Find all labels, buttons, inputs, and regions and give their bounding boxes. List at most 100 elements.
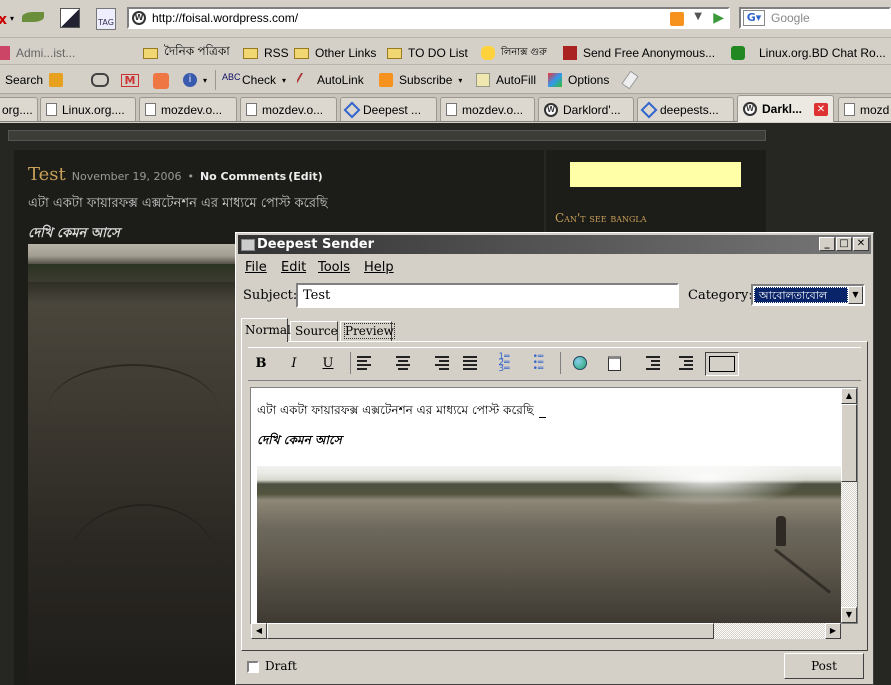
dropdown-icon[interactable]: ▾ [10, 14, 14, 23]
windows-icon[interactable] [60, 8, 80, 28]
page-icon [446, 103, 457, 116]
editor-vertical-scrollbar[interactable]: ▲ ▼ [841, 388, 857, 623]
close-tab-icon[interactable]: ✕ [814, 102, 828, 116]
tab-normal[interactable]: Normal [241, 318, 291, 342]
post-header: Test November 19, 2006 • No Comments (Ed… [28, 164, 323, 185]
subject-label: Subject: [243, 288, 298, 303]
tab-mozdev-1[interactable]: mozdev.o... [139, 97, 237, 121]
menu-tools[interactable]: Tools [318, 260, 350, 275]
link-globe-icon[interactable] [568, 351, 592, 375]
category-value: আবোলতাবোল [754, 287, 848, 303]
horizontal-scroll-thumb[interactable] [267, 623, 714, 639]
editor-content[interactable]: এটা একটা ফায়ারফক্স এক্সটেনশন এর মাধ্যমে… [250, 387, 858, 624]
search-toolbar-button[interactable]: Search [5, 69, 64, 91]
bookmark-rss[interactable]: RSS [243, 42, 289, 64]
chevron-down-icon[interactable]: ▼ [848, 286, 863, 304]
scroll-thumb[interactable] [841, 404, 857, 482]
subject-input[interactable]: Test [296, 283, 679, 308]
minimize-button[interactable]: _ [819, 237, 835, 251]
tab-source[interactable]: Source [290, 321, 338, 341]
bookmark-send-free-anonymous[interactable]: Send Free Anonymous... [563, 42, 715, 64]
edit-link[interactable]: (Edit) [288, 170, 322, 183]
go-icon[interactable]: ▶ [713, 10, 724, 26]
autofill-button[interactable]: AutoFill [476, 69, 536, 91]
draft-checkbox[interactable] [247, 661, 259, 673]
tag-icon[interactable]: TAG [96, 8, 116, 30]
color-picker-button[interactable] [705, 352, 739, 376]
post-title[interactable]: Test [28, 164, 66, 185]
meta-separator: • [187, 170, 194, 183]
scroll-up-icon[interactable]: ▲ [841, 388, 857, 404]
comments-link[interactable]: No Comments [200, 170, 286, 183]
rss-feed-icon [379, 73, 393, 87]
tab-linux-org[interactable]: Linux.org.... [40, 97, 136, 121]
align-left-icon[interactable] [357, 351, 381, 375]
url-dropdown-icon[interactable]: ▼ [694, 11, 702, 22]
search-box[interactable]: G▾ Google [739, 7, 891, 29]
tab-darkl-active[interactable]: W Darkl... ✕ [737, 95, 834, 122]
options-button[interactable]: Options [548, 69, 609, 91]
url-bar[interactable]: W http://foisal.wordpress.com/ ▼ ▶ [127, 7, 730, 29]
unordered-list-icon[interactable]: •═ •═ •═ [526, 351, 550, 375]
window-titlebar[interactable]: Deepest Sender _ □ ✕ [238, 235, 871, 254]
tab-org[interactable]: org.... [0, 97, 38, 121]
menu-edit[interactable]: Edit [281, 260, 306, 275]
scroll-down-icon[interactable]: ▼ [841, 607, 857, 623]
tab-darklord[interactable]: W Darklord'... [538, 97, 634, 121]
underline-button[interactable]: U [316, 351, 340, 375]
url-text: http://foisal.wordpress.com/ [152, 11, 299, 25]
scroll-left-icon[interactable]: ◀ [251, 623, 267, 639]
options-icon [548, 73, 562, 87]
folder-icon [387, 47, 402, 59]
italic-button[interactable]: I [282, 351, 306, 375]
bookmark-todo-list[interactable]: TO DO List [387, 42, 468, 64]
insert-image-icon[interactable] [602, 351, 626, 375]
bookmark-linux-org-bd-chat[interactable]: Linux.org.BD Chat Ro... [731, 42, 886, 64]
indent-icon[interactable] [636, 351, 660, 375]
tab-preview[interactable]: Preview [340, 321, 395, 341]
category-select[interactable]: আবোলতাবোল ▼ [751, 284, 865, 306]
maximize-button[interactable]: □ [836, 237, 852, 251]
tab-mozdev-3[interactable]: mozdev.o... [440, 97, 535, 121]
tab-deepests[interactable]: deepests... [637, 97, 734, 121]
google-icon[interactable]: G▾ [743, 10, 765, 26]
align-right-icon[interactable] [425, 351, 449, 375]
bookmark-daily-newspaper[interactable]: দৈনিক পত্রিকা [143, 42, 230, 64]
leaf-icon[interactable] [22, 12, 44, 22]
tab-deepest[interactable]: Deepest ... [340, 97, 437, 121]
spellcheck-icon: ABC [222, 72, 241, 82]
spell-check-button[interactable]: ABC Check ▾ [222, 69, 286, 91]
tab-mozd[interactable]: mozd [838, 97, 891, 121]
bookmark-icon [0, 46, 10, 60]
bold-button[interactable]: B [249, 351, 273, 375]
scroll-right-icon[interactable]: ▶ [825, 623, 841, 639]
form-icon [476, 73, 490, 87]
post-button[interactable]: Post [784, 653, 864, 679]
align-center-icon[interactable] [391, 351, 415, 375]
stop-icon[interactable]: x [0, 12, 10, 28]
folder-icon [143, 47, 158, 59]
bookmark-other-links[interactable]: Other Links [294, 42, 376, 64]
menu-file[interactable]: File [245, 260, 267, 275]
folder-icon [243, 47, 258, 59]
bookmark-linux-guru[interactable]: লিনাক্স গুরু [481, 42, 547, 64]
binoculars-icon[interactable] [91, 73, 109, 87]
editor-horizontal-scrollbar[interactable]: ◀ ▶ [251, 623, 841, 639]
subscribe-button[interactable]: Subscribe ▾ [379, 69, 462, 91]
post-date: November 19, 2006 [71, 170, 182, 183]
outdent-icon[interactable] [669, 351, 693, 375]
ordered-list-icon[interactable]: 1═ 2═ 3═ [492, 351, 516, 375]
gmail-icon[interactable]: M [121, 74, 139, 87]
notes-icon[interactable] [153, 73, 169, 89]
search-icon [49, 73, 64, 87]
menu-help[interactable]: Help [364, 260, 394, 275]
bookmark-admin[interactable]: Admi...ist... [0, 42, 75, 64]
info-button[interactable]: i ▾ [183, 69, 207, 91]
deepest-sender-window: Deepest Sender _ □ ✕ File Edit Tools Hel… [235, 232, 874, 685]
close-button[interactable]: ✕ [853, 237, 869, 251]
autolink-button[interactable]: AutoLink [297, 69, 364, 91]
rss-icon[interactable] [670, 12, 684, 26]
eraser-icon[interactable] [621, 70, 639, 90]
align-justify-icon[interactable] [458, 351, 482, 375]
tab-mozdev-2[interactable]: mozdev.o... [240, 97, 337, 121]
